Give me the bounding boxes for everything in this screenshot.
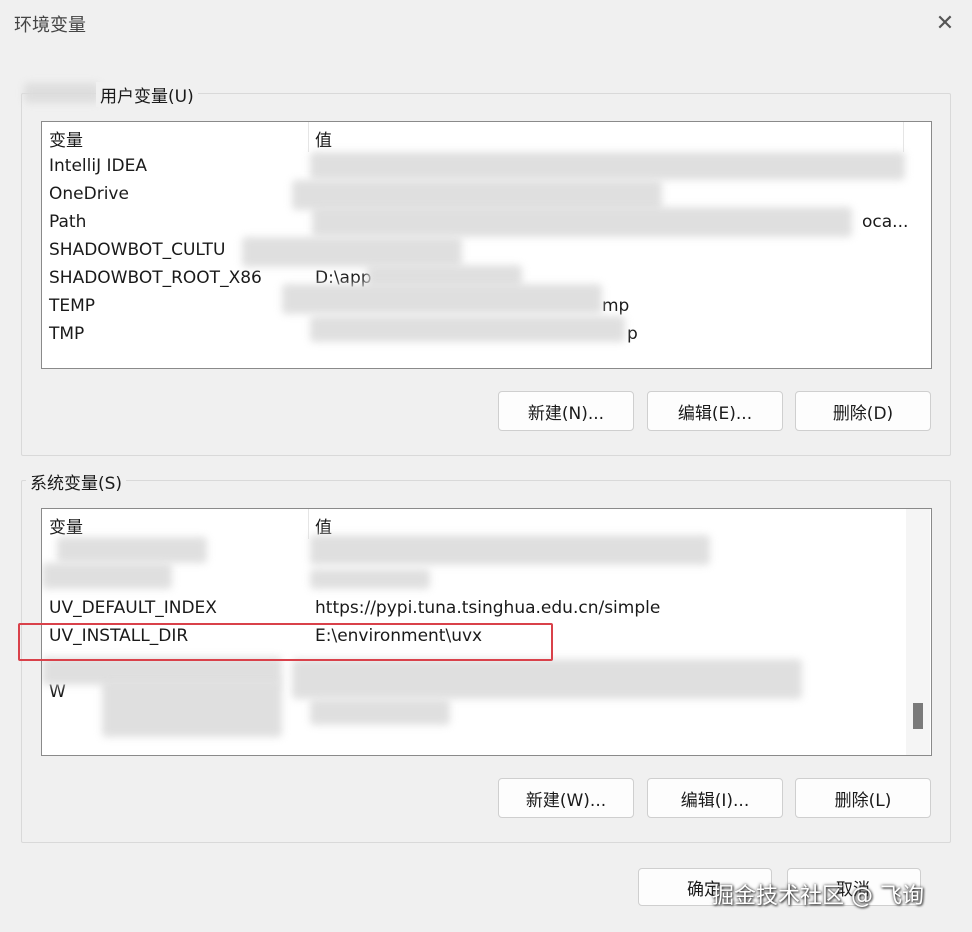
user-delete-button[interactable]: 删除(D) (795, 391, 931, 431)
user-vars-list[interactable]: 变量 值 IntelliJ IDEA OneDrive Path oca... … (41, 121, 932, 369)
redaction (310, 569, 430, 589)
title-bar: 环境变量 ✕ (0, 0, 972, 46)
user-edit-button[interactable]: 编辑(E)... (647, 391, 783, 431)
redaction (310, 699, 450, 725)
list-item[interactable] (42, 567, 931, 595)
var-name: SHADOWBOT_CULTU (49, 240, 226, 260)
scrollbar[interactable] (906, 509, 930, 755)
column-divider[interactable] (308, 122, 309, 152)
redaction (312, 207, 852, 237)
redaction (282, 284, 602, 314)
system-delete-button[interactable]: 删除(L) (795, 778, 931, 818)
system-vars-label: 系统变量(S) (26, 469, 127, 494)
column-divider (903, 122, 904, 152)
redaction (42, 563, 172, 589)
var-name: IntelliJ IDEA (49, 156, 147, 176)
user-new-button[interactable]: 新建(N)... (498, 391, 634, 431)
redaction (102, 681, 282, 737)
user-vars-header: 变量 值 (42, 122, 931, 152)
column-header-variable[interactable]: 变量 (49, 513, 83, 538)
var-name: TEMP (49, 296, 96, 316)
redaction (310, 535, 710, 565)
system-edit-button[interactable]: 编辑(I)... (647, 778, 783, 818)
username-redaction (24, 83, 100, 103)
var-name: UV_DEFAULT_INDEX (49, 598, 217, 618)
scrollbar-thumb[interactable] (913, 703, 923, 729)
var-name: TMP (49, 324, 85, 344)
list-item[interactable]: SHADOWBOT_CULTU (42, 237, 931, 265)
highlight-box (18, 623, 553, 661)
system-new-button[interactable]: 新建(W)... (498, 778, 634, 818)
redaction (292, 659, 802, 699)
user-vars-label: 用户变量(U) (96, 82, 198, 107)
var-value: p (627, 324, 638, 344)
var-value: mp (602, 296, 630, 316)
watermark: 掘金技术社区 @ 飞询 (712, 884, 924, 909)
column-divider[interactable] (308, 509, 309, 539)
window-title: 环境变量 (14, 15, 86, 36)
column-header-variable[interactable]: 变量 (49, 126, 83, 151)
redaction (310, 152, 905, 180)
column-header-value[interactable]: 值 (315, 126, 332, 151)
close-icon[interactable]: ✕ (928, 6, 962, 40)
var-name: W (49, 682, 66, 702)
var-value: oca... (862, 212, 909, 232)
redaction (292, 180, 662, 210)
list-item[interactable]: UV_DEFAULT_INDEX https://pypi.tuna.tsing… (42, 595, 931, 623)
redaction (310, 316, 625, 342)
redaction (57, 537, 207, 563)
var-name: OneDrive (49, 184, 129, 204)
redaction (242, 237, 462, 267)
var-name: SHADOWBOT_ROOT_X86 (49, 268, 262, 288)
var-name: Path (49, 212, 87, 232)
var-value: https://pypi.tuna.tsinghua.edu.cn/simple (315, 598, 661, 618)
